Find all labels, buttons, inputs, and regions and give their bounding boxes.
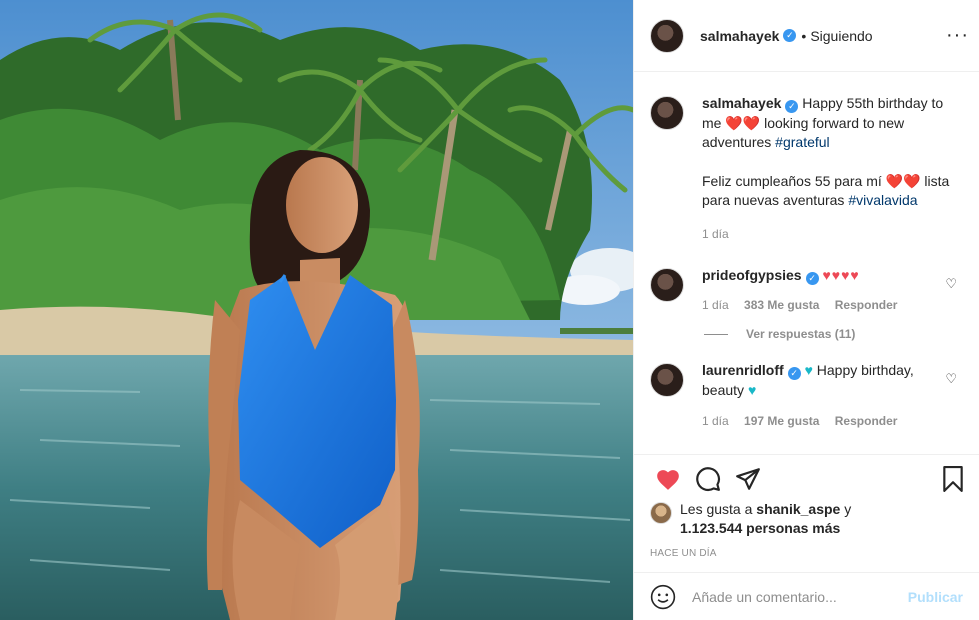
- commenter-username[interactable]: prideofgypsies: [702, 267, 802, 283]
- commenter-avatar[interactable]: [650, 268, 684, 302]
- comment-likes[interactable]: 383 Me gusta: [744, 298, 819, 312]
- post-side-panel: salmahayek ✓ • Siguiendo ··· salmahayek ✓…: [633, 0, 979, 620]
- instagram-post: salmahayek ✓ • Siguiendo ··· salmahayek ✓…: [0, 0, 979, 620]
- view-replies-label: Ver respuestas (11): [746, 327, 856, 341]
- verified-badge-icon: ✓: [805, 272, 819, 285]
- caption: salmahayek ✓ Happy 55th birthday to me ❤️…: [650, 94, 963, 244]
- verified-badge-icon: ✓: [785, 100, 799, 113]
- post-photo[interactable]: [0, 0, 633, 620]
- comment-text: ♥♥♥♥: [822, 267, 860, 283]
- comment-button[interactable]: [688, 459, 728, 499]
- view-replies-button[interactable]: Ver respuestas (11): [704, 327, 963, 341]
- verified-badge-icon: ✓: [787, 367, 801, 380]
- separator-dot: •: [801, 27, 807, 44]
- author-avatar[interactable]: [650, 18, 684, 53]
- reply-button[interactable]: Responder: [835, 298, 898, 312]
- emoji-icon[interactable]: [650, 584, 676, 610]
- comment-input[interactable]: [692, 588, 908, 605]
- verified-badge-icon: ✓: [783, 29, 797, 42]
- heart-filled-icon: [657, 469, 679, 490]
- add-comment-bar: Publicar: [634, 572, 979, 620]
- post-actions-bar: [634, 454, 979, 502]
- more-options-icon[interactable]: ···: [946, 24, 969, 47]
- liker-username[interactable]: shanik_aspe: [756, 501, 840, 517]
- comment-time[interactable]: 1 día: [702, 414, 729, 428]
- like-button[interactable]: [648, 459, 688, 499]
- bookmark-icon: [943, 465, 963, 492]
- author-username[interactable]: salmahayek: [700, 28, 779, 44]
- teal-heart-icon: ♥: [747, 381, 757, 398]
- caption-author-username[interactable]: salmahayek: [702, 95, 781, 111]
- share-button[interactable]: [728, 459, 768, 499]
- caption-time[interactable]: 1 día: [702, 227, 729, 241]
- hashtag-vivalavida[interactable]: #vivalavida: [848, 192, 917, 208]
- hashtag-grateful[interactable]: #grateful: [775, 134, 829, 150]
- beach-photo-illustration: [0, 0, 633, 620]
- commenter-avatar[interactable]: [650, 363, 684, 397]
- commenter-username[interactable]: laurenridloff: [702, 362, 784, 378]
- comment-likes[interactable]: 197 Me gusta: [744, 414, 819, 428]
- teal-heart-icon: ♥: [804, 362, 813, 378]
- comment-bubble-icon: [696, 466, 721, 491]
- likes-conj: y: [844, 501, 852, 517]
- caption-author-avatar[interactable]: [650, 96, 684, 130]
- comment-item: laurenridloff ✓ ♥ Happy birthday, beauty …: [650, 361, 963, 432]
- like-comment-heart-icon[interactable]: ♡: [945, 276, 957, 292]
- post-timestamp[interactable]: HACE UN DÍA: [650, 548, 717, 559]
- post-header: salmahayek ✓ • Siguiendo ···: [634, 0, 979, 72]
- replies-divider-line: [704, 333, 728, 335]
- publish-button[interactable]: Publicar: [908, 589, 963, 605]
- likes-count[interactable]: 1.123.544 personas más: [680, 520, 840, 536]
- save-button[interactable]: [933, 459, 973, 499]
- paper-plane-icon: [736, 467, 760, 490]
- comments-section: salmahayek ✓ Happy 55th birthday to me ❤️…: [634, 72, 979, 454]
- likes-summary: Les gusta a shanik_aspe y 1.123.544 pers…: [650, 500, 963, 538]
- reply-button[interactable]: Responder: [835, 414, 898, 428]
- liker-avatar[interactable]: [650, 502, 672, 524]
- following-button[interactable]: Siguiendo: [810, 28, 872, 44]
- likes-prefix: Les gusta a: [680, 501, 753, 517]
- like-comment-heart-icon[interactable]: ♡: [945, 371, 957, 387]
- comment-item: prideofgypsies ✓ ♥♥♥♥ 1 día 383 Me gusta …: [650, 266, 963, 315]
- comment-time[interactable]: 1 día: [702, 298, 729, 312]
